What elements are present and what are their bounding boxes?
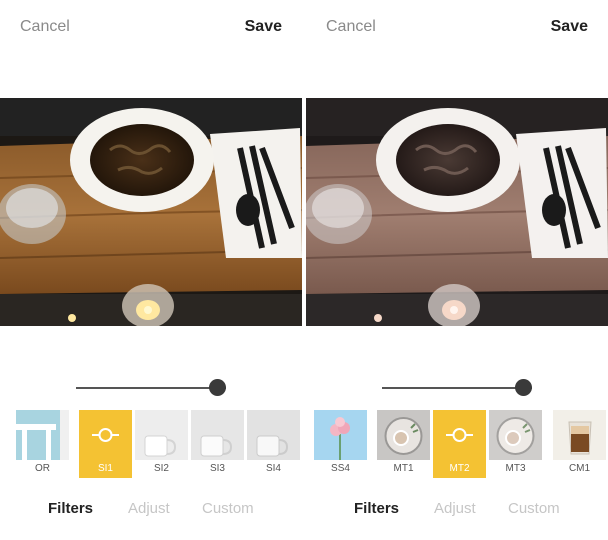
bottom-tabs: Filters Adjust Custom (0, 500, 302, 524)
filter-label: MT2 (433, 460, 486, 478)
filter-label: CM1 (553, 460, 606, 478)
filter-thumbnail (16, 410, 69, 460)
slider-knob[interactable] (515, 379, 532, 396)
filter-thumbnail (135, 410, 188, 460)
filter-tile-cm1[interactable]: CM1 (553, 410, 606, 478)
tab-filters[interactable]: Filters (48, 500, 93, 517)
filter-label: SI3 (191, 460, 244, 478)
slider-adjust-icon (446, 428, 473, 442)
filter-tile-or[interactable]: OR (16, 410, 69, 478)
filter-thumbnail (553, 410, 606, 460)
tab-custom[interactable]: Custom (202, 500, 254, 517)
filter-thumbnail (377, 410, 430, 460)
filter-tile-si4[interactable]: SI4 (247, 410, 300, 478)
photo-preview (0, 98, 302, 326)
filter-thumbnail (314, 410, 367, 460)
filter-label: OR (16, 460, 69, 478)
photo-preview (306, 98, 608, 326)
tab-custom[interactable]: Custom (508, 500, 560, 517)
filter-label: MT1 (377, 460, 430, 478)
filter-strip: SS4 MT1 MT2 MT3 CM1 (306, 410, 608, 478)
editor-panel-right: Cancel Save SS4 MT1 MT2 MT3 CM1 Filters … (306, 0, 608, 540)
slider-adjust-icon (92, 428, 119, 442)
filter-tile-ss4[interactable]: SS4 (314, 410, 367, 478)
filter-label: SI4 (247, 460, 300, 478)
tab-adjust[interactable]: Adjust (434, 500, 476, 517)
filter-label: SS4 (314, 460, 367, 478)
filter-strip: OR SI1 SI2 SI3 SI4 (0, 410, 302, 478)
filter-thumbnail (191, 410, 244, 460)
filter-thumbnail (247, 410, 300, 460)
slider-track (382, 387, 532, 389)
filter-label: SI2 (135, 460, 188, 478)
filter-tile-si3[interactable]: SI3 (191, 410, 244, 478)
cancel-button[interactable]: Cancel (20, 18, 70, 36)
filter-tile-si1[interactable]: SI1 (79, 410, 132, 478)
filter-label: SI1 (79, 460, 132, 478)
cancel-button[interactable]: Cancel (326, 18, 376, 36)
top-bar: Cancel Save (0, 0, 302, 56)
top-bar: Cancel Save (306, 0, 608, 56)
filter-label: MT3 (489, 460, 542, 478)
save-button[interactable]: Save (551, 18, 588, 36)
tab-filters[interactable]: Filters (354, 500, 399, 517)
filter-tile-mt2[interactable]: MT2 (433, 410, 486, 478)
filter-tile-mt1[interactable]: MT1 (377, 410, 430, 478)
intensity-slider[interactable] (76, 378, 226, 398)
slider-track (76, 387, 226, 389)
tab-adjust[interactable]: Adjust (128, 500, 170, 517)
bottom-tabs: Filters Adjust Custom (306, 500, 608, 524)
editor-panel-left: Cancel Save OR SI1 SI2 SI3 SI4 Filters A… (0, 0, 302, 540)
filter-thumbnail (489, 410, 542, 460)
filter-tile-mt3[interactable]: MT3 (489, 410, 542, 478)
save-button[interactable]: Save (245, 18, 282, 36)
slider-knob[interactable] (209, 379, 226, 396)
intensity-slider[interactable] (382, 378, 532, 398)
filter-tile-si2[interactable]: SI2 (135, 410, 188, 478)
